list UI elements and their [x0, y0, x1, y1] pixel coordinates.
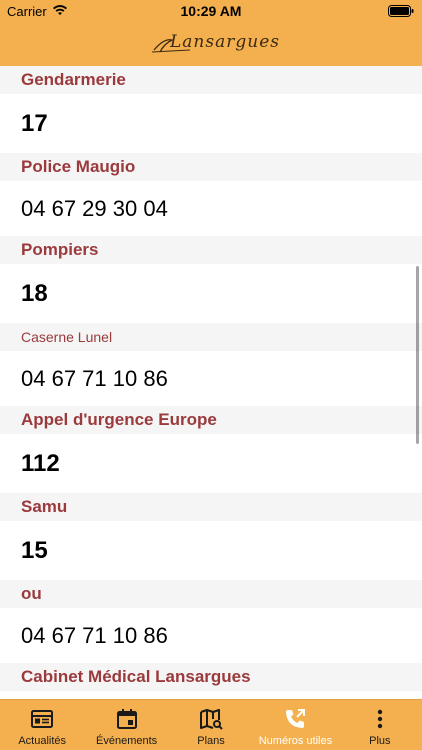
tab-plus[interactable]: Plus — [338, 700, 422, 750]
section-header: Gendarmerie — [0, 66, 422, 94]
phone-number-row[interactable]: 17 — [0, 94, 422, 153]
section-header: ou — [0, 580, 422, 608]
tab-label: Actualités — [18, 735, 67, 747]
tab-bar: Actualités Événements Plans Numéros util… — [0, 699, 422, 750]
phone-number-row[interactable]: 112 — [0, 434, 422, 493]
section-header: Caserne Lunel — [0, 323, 422, 351]
phone-number-row[interactable]: 04 67 71 10 86 — [0, 608, 422, 663]
status-bar: Carrier 10:29 AM — [0, 0, 422, 22]
calendar-icon — [116, 709, 137, 729]
nav-bar: Lansargues — [0, 22, 422, 66]
phone-number-row[interactable]: 04 67 71 10 86 — [0, 351, 422, 406]
tab-plans[interactable]: Plans — [169, 700, 253, 750]
newspaper-icon — [31, 710, 54, 728]
tab-label: Événements — [96, 735, 158, 747]
section-header: Appel d'urgence Europe — [0, 406, 422, 434]
tab-numeros-utiles[interactable]: Numéros utiles — [253, 700, 337, 750]
section-header: Cabinet Médical Lansargues — [0, 663, 422, 691]
phone-number-row[interactable] — [0, 691, 422, 699]
phone-number-row[interactable]: 15 — [0, 521, 422, 580]
section-header: Pompiers — [0, 236, 422, 264]
tab-label: Numéros utiles — [258, 735, 333, 747]
emergency-numbers-list[interactable]: Gendarmerie 17 Police Maugio 04 67 29 30… — [0, 66, 422, 699]
map-icon — [200, 709, 223, 730]
app-logo: Lansargues — [150, 28, 279, 58]
tab-evenements[interactable]: Événements — [84, 700, 168, 750]
section-header: Police Maugio — [0, 153, 422, 181]
logo-text: Lansargues — [170, 32, 280, 52]
tab-label: Plans — [197, 735, 225, 747]
battery-icon — [388, 5, 414, 17]
more-icon — [377, 709, 383, 729]
tab-label: Plus — [369, 735, 391, 747]
status-time: 10:29 AM — [180, 3, 242, 19]
phone-number-row[interactable]: 04 67 29 30 04 — [0, 181, 422, 236]
phone-icon — [286, 709, 306, 728]
section-header: Samu — [0, 493, 422, 521]
tab-actualites[interactable]: Actualités — [0, 700, 84, 750]
scroll-indicator[interactable] — [416, 266, 419, 444]
phone-number-row[interactable]: 18 — [0, 264, 422, 323]
